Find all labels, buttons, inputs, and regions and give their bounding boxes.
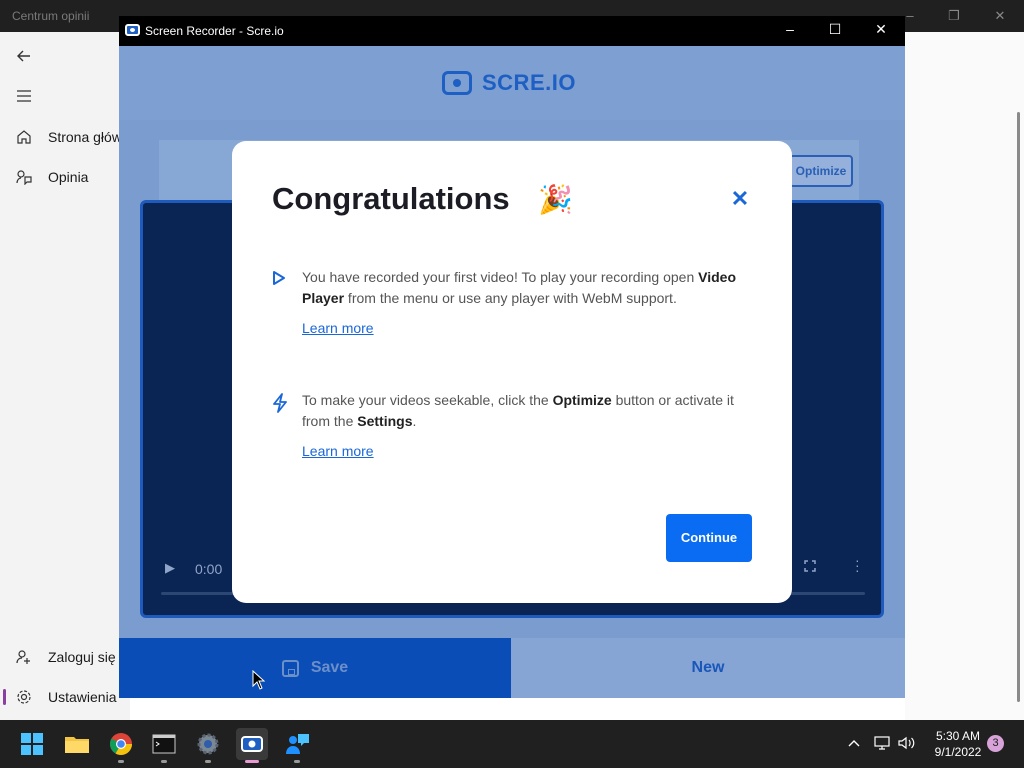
new-label: New	[691, 659, 725, 676]
volume-icon[interactable]	[898, 736, 916, 750]
feedback-hub-icon	[286, 734, 309, 754]
chrome-icon	[110, 733, 132, 755]
save-icon	[281, 659, 299, 677]
arrow-left-icon	[17, 50, 30, 62]
sidebar-item-label: Zaloguj się	[48, 649, 116, 665]
notification-badge[interactable]: 3	[987, 735, 1004, 752]
start-icon	[21, 733, 43, 755]
learn-more-link[interactable]: Learn more	[302, 320, 374, 336]
app-logo: SCRE.IO	[442, 70, 576, 96]
continue-button[interactable]: Continue	[666, 514, 752, 562]
taskbar-feedback-hub[interactable]	[281, 728, 313, 760]
file-explorer-icon	[65, 737, 89, 753]
chevron-up-icon[interactable]	[848, 738, 860, 748]
close-icon[interactable]: ✕	[730, 188, 750, 210]
scrollbar[interactable]	[1017, 112, 1020, 702]
settings-icon	[197, 733, 219, 755]
sidebar-item-settings[interactable]: Ustawienia	[0, 679, 130, 715]
sidebar-item-label: Strona głów	[48, 129, 122, 145]
taskbar-file-explorer[interactable]	[61, 728, 93, 760]
menu-button[interactable]	[0, 78, 130, 114]
home-icon	[17, 130, 31, 144]
terminal-icon	[152, 734, 176, 754]
gear-icon	[17, 690, 31, 704]
taskbar	[0, 720, 1024, 768]
taskbar-settings[interactable]	[192, 728, 224, 760]
save-label: Save	[310, 659, 349, 676]
lightning-icon	[273, 393, 287, 413]
running-indicator	[294, 760, 300, 763]
close-icon[interactable]: ✕	[990, 8, 1010, 24]
close-icon[interactable]: ✕	[869, 21, 893, 41]
sidebar-item-home[interactable]: Strona głów	[0, 119, 130, 155]
recorder-titlebar: Screen Recorder - Scre.io – ☐ ✕	[119, 16, 905, 46]
logo-text: SCRE.IO	[482, 70, 576, 95]
running-indicator	[205, 760, 211, 763]
settings-bold: Settings	[357, 413, 413, 429]
restore-icon[interactable]: ❐	[944, 8, 964, 24]
feedback-icon	[16, 170, 32, 185]
fullscreen-icon[interactable]	[804, 560, 816, 572]
party-popper-icon: 🎉	[538, 184, 573, 215]
sidebar-item-sign-in[interactable]: Zaloguj się	[0, 639, 130, 675]
dialog-item-text: You have recorded your first video! To p…	[302, 269, 737, 306]
taskbar-chrome[interactable]	[105, 728, 137, 760]
sidebar-item-label: Opinia	[48, 169, 89, 185]
video-time: 0:00	[195, 561, 223, 577]
running-indicator	[161, 760, 167, 763]
minimize-icon[interactable]: –	[778, 21, 802, 41]
dialog-title: Congratulations	[272, 181, 510, 216]
congratulations-dialog: Congratulations 🎉 ✕ You have recorded yo…	[232, 141, 792, 603]
start-button[interactable]	[16, 728, 48, 760]
running-indicator	[245, 760, 259, 763]
maximize-icon[interactable]: ☐	[823, 21, 847, 41]
screen-recorder-icon	[241, 736, 263, 752]
learn-more-link[interactable]: Learn more	[302, 443, 374, 459]
logo-icon	[442, 71, 472, 95]
background-sidebar: Strona głów Opinia Zaloguj się Ustawieni…	[0, 32, 130, 720]
back-button[interactable]	[0, 38, 130, 74]
person-add-icon	[16, 650, 30, 664]
running-indicator	[118, 760, 124, 763]
hamburger-icon	[17, 90, 31, 102]
active-indicator	[3, 689, 6, 705]
new-button[interactable]: New	[511, 638, 905, 698]
dialog-item-text: To make your videos seekable, click the …	[302, 392, 734, 429]
background-window-title: Centrum opinii	[12, 9, 90, 23]
save-button[interactable]: Save	[119, 638, 511, 698]
taskbar-screen-recorder[interactable]	[236, 728, 268, 760]
recorder-header: SCRE.IO	[119, 46, 905, 120]
clock-date[interactable]: 9/1/2022	[928, 745, 988, 759]
taskbar-terminal[interactable]	[148, 728, 180, 760]
play-outline-icon	[273, 271, 285, 285]
mouse-cursor-icon	[252, 670, 266, 690]
optimize-button[interactable]: Optimize	[789, 155, 853, 187]
background-content	[905, 32, 1024, 720]
sidebar-item-label: Ustawienia	[48, 689, 117, 705]
clock-time[interactable]: 5:30 AM	[930, 729, 986, 743]
network-icon[interactable]	[874, 736, 890, 750]
screen-recorder-icon	[125, 24, 140, 36]
sidebar-item-feedback[interactable]: Opinia	[0, 159, 130, 195]
more-options-icon[interactable]: · · ·	[855, 553, 861, 577]
play-icon[interactable]: ▶	[165, 560, 175, 576]
recorder-window-title: Screen Recorder - Scre.io	[145, 24, 284, 38]
optimize-bold: Optimize	[552, 392, 612, 408]
